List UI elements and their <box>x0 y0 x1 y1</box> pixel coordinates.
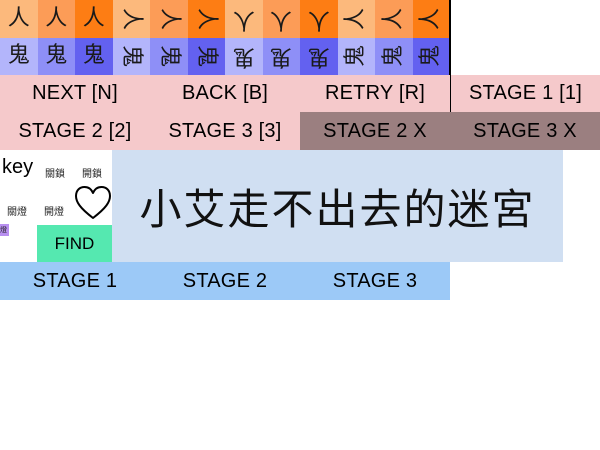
tile-glyph: 鬼 <box>270 44 293 70</box>
stage3-shortcut-button[interactable]: STAGE 3 [3] <box>150 112 300 150</box>
tile-r0-c11[interactable]: 人 <box>412 0 450 38</box>
next-button[interactable]: NEXT [N] <box>0 75 150 112</box>
tile-glyph: 鬼 <box>7 43 30 69</box>
tile-glyph: 人 <box>156 7 182 30</box>
tile-glyph: 人 <box>418 7 444 30</box>
tile-r0-c3[interactable]: 人 <box>112 0 150 38</box>
tile-r1-c6[interactable]: 鬼 <box>225 37 263 75</box>
tile-r1-c8[interactable]: 鬼 <box>300 37 338 75</box>
tile-glyph: 人 <box>307 6 330 32</box>
stage2-tab[interactable]: STAGE 2 <box>150 262 300 300</box>
tile-r0-c9[interactable]: 人 <box>337 0 375 38</box>
tile-glyph: 人 <box>232 6 255 32</box>
lock-close-label[interactable]: 關鎖 <box>45 165 65 180</box>
tile-glyph: 人 <box>343 7 369 30</box>
tile-r0-c2[interactable]: 人 <box>75 0 113 38</box>
tile-r0-c8[interactable]: 人 <box>300 0 338 38</box>
stage1-shortcut-button[interactable]: STAGE 1 [1] <box>451 75 600 112</box>
tile-r1-c2[interactable]: 鬼 <box>75 37 113 75</box>
find-button[interactable]: FIND <box>37 225 112 262</box>
tile-r1-c7[interactable]: 鬼 <box>262 37 300 75</box>
light-off-label[interactable]: 關燈 <box>7 203 27 218</box>
tile-r1-c9[interactable]: 鬼 <box>337 37 375 75</box>
light-on-label[interactable]: 開燈 <box>44 203 64 218</box>
tile-glyph: 鬼 <box>232 44 255 70</box>
tile-r1-c11[interactable]: 鬼 <box>412 37 450 75</box>
tile-r0-c5[interactable]: 人 <box>187 0 225 38</box>
inventory-panel: key 關鎖 開鎖 關燈 開燈 燈 FIND <box>0 150 112 262</box>
lock-open-label[interactable]: 開鎖 <box>82 165 102 180</box>
tile-glyph: 鬼 <box>156 45 182 68</box>
tile-r0-c1[interactable]: 人 <box>37 0 75 38</box>
tile-glyph: 鬼 <box>45 43 68 69</box>
tile-glyph: 人 <box>82 5 105 31</box>
stage2-shortcut-button[interactable]: STAGE 2 [2] <box>0 112 150 150</box>
title-panel: 小艾走不出去的迷宮 <box>112 150 563 262</box>
tile-r0-c6[interactable]: 人 <box>225 0 263 38</box>
back-button[interactable]: BACK [B] <box>150 75 300 112</box>
tile-glyph: 鬼 <box>119 45 145 68</box>
tile-r0-c0[interactable]: 人 <box>0 0 38 38</box>
tile-grid: 人人人人人人人人人人人人鬼鬼鬼鬼鬼鬼鬼鬼鬼鬼鬼鬼 <box>0 0 450 75</box>
tile-glyph: 人 <box>45 5 68 31</box>
tile-r0-c4[interactable]: 人 <box>150 0 188 38</box>
tile-r0-c7[interactable]: 人 <box>262 0 300 38</box>
tile-glyph: 人 <box>119 7 145 30</box>
stage3-tab[interactable]: STAGE 3 <box>300 262 450 300</box>
tile-glyph: 鬼 <box>307 44 330 70</box>
tile-glyph: 鬼 <box>418 45 444 68</box>
tile-glyph: 人 <box>270 6 293 32</box>
tile-glyph: 鬼 <box>380 45 406 68</box>
tile-glyph: 鬼 <box>194 45 220 68</box>
tile-glyph: 人 <box>380 7 406 30</box>
stage1-tab[interactable]: STAGE 1 <box>0 262 150 300</box>
tile-r1-c4[interactable]: 鬼 <box>150 37 188 75</box>
light-indicator: 燈 <box>0 224 9 236</box>
page-title: 小艾走不出去的迷宮 <box>139 184 536 234</box>
tile-r0-c10[interactable]: 人 <box>375 0 413 38</box>
tile-glyph: 人 <box>7 5 30 31</box>
tile-r1-c1[interactable]: 鬼 <box>37 37 75 75</box>
key-label: key <box>2 156 34 178</box>
tile-glyph: 鬼 <box>343 45 369 68</box>
heart-icon[interactable] <box>74 184 112 222</box>
tile-glyph: 鬼 <box>82 43 105 69</box>
stage3-x-button[interactable]: STAGE 3 X <box>450 112 600 150</box>
tile-r1-c0[interactable]: 鬼 <box>0 37 38 75</box>
tile-r1-c5[interactable]: 鬼 <box>187 37 225 75</box>
tile-r1-c3[interactable]: 鬼 <box>112 37 150 75</box>
tile-r1-c10[interactable]: 鬼 <box>375 37 413 75</box>
stage2-x-button[interactable]: STAGE 2 X <box>300 112 450 150</box>
retry-button[interactable]: RETRY [R] <box>300 75 450 112</box>
tile-glyph: 人 <box>194 7 220 30</box>
